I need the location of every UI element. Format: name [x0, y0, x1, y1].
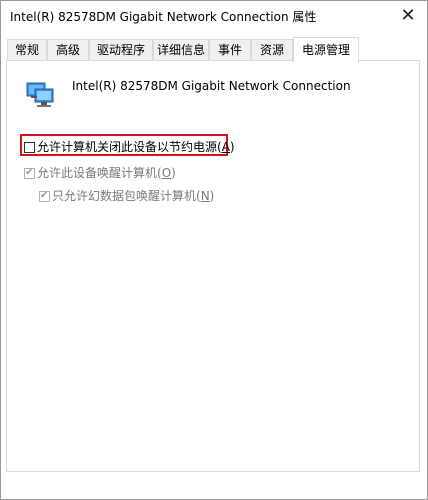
close-icon[interactable]: ✕ [397, 5, 419, 27]
tab-power-management[interactable]: 电源管理 [293, 37, 359, 62]
title-bar: Intel(R) 82578DM Gigabit Network Connect… [1, 1, 427, 31]
allow-wake-option[interactable]: ✔ 允许此设备唤醒计算机(O) [24, 164, 176, 181]
magic-packet-checkbox[interactable]: ✔ [39, 190, 50, 202]
allow-power-off-label-end: ) [229, 140, 235, 154]
magic-packet-option[interactable]: ✔ 只允许幻数据包唤醒计算机(N) [39, 187, 214, 204]
magic-packet-label: 只允许幻数据包唤醒计算机( [52, 189, 201, 203]
tab-general[interactable]: 常规 [7, 39, 47, 60]
allow-power-off-option[interactable]: 允许计算机关闭此设备以节约电源(A) [24, 138, 235, 155]
allow-power-off-accesskey: A [221, 140, 230, 154]
magic-packet-accesskey: N [200, 189, 210, 203]
allow-power-off-checkbox[interactable] [24, 142, 35, 153]
tab-details[interactable]: 详细信息 [153, 39, 209, 60]
allow-wake-label-end: ) [171, 166, 176, 180]
properties-dialog: Intel(R) 82578DM Gigabit Network Connect… [0, 0, 428, 500]
allow-wake-checkbox[interactable]: ✔ [24, 167, 35, 179]
network-adapter-icon [25, 77, 57, 109]
checkmark-icon: ✔ [25, 167, 34, 178]
tab-driver[interactable]: 驱动程序 [89, 39, 153, 60]
allow-power-off-label: 允许计算机关闭此设备以节约电源( [37, 140, 222, 154]
window-title: Intel(R) 82578DM Gigabit Network Connect… [10, 10, 317, 24]
power-management-panel: Intel(R) 82578DM Gigabit Network Connect… [6, 60, 420, 472]
allow-wake-label: 允许此设备唤醒计算机( [37, 166, 162, 180]
tab-resources[interactable]: 资源 [251, 39, 293, 60]
tab-events[interactable]: 事件 [209, 39, 251, 60]
device-name: Intel(R) 82578DM Gigabit Network Connect… [72, 79, 351, 93]
magic-packet-label-end: ) [209, 189, 215, 203]
tab-strip: 常规 高级 驱动程序 详细信息 事件 资源 电源管理 [1, 37, 427, 62]
allow-wake-accesskey: O [161, 166, 172, 180]
tab-advanced[interactable]: 高级 [47, 39, 89, 60]
checkmark-icon: ✔ [40, 190, 49, 201]
